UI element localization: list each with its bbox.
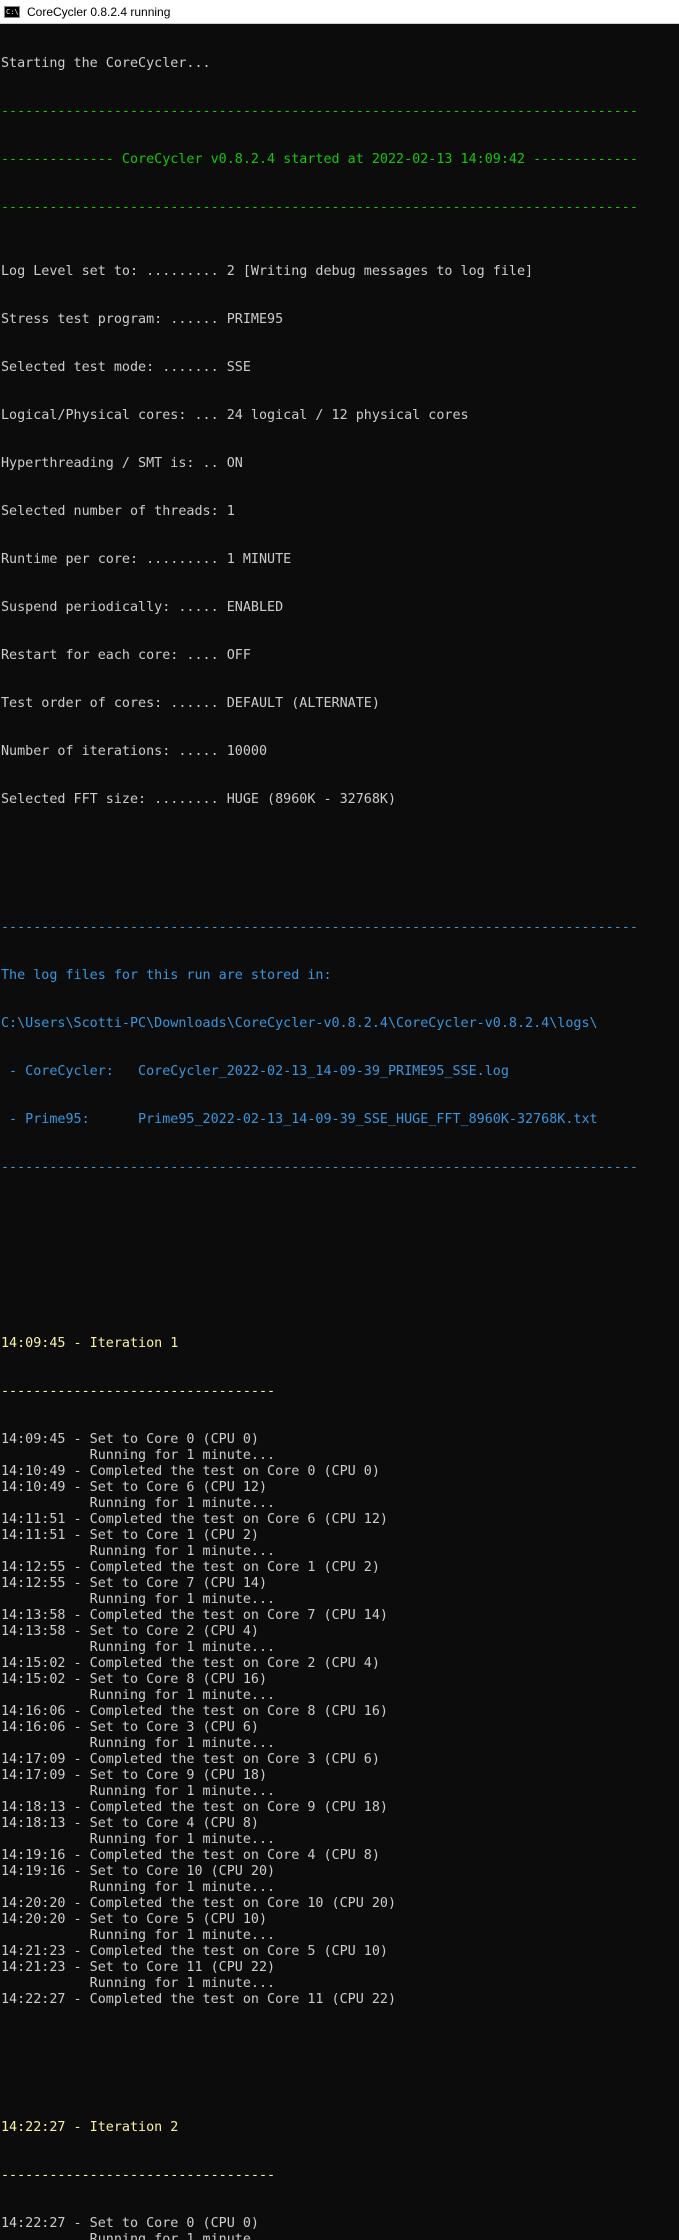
- log-line: Running for 1 minute...: [1, 1640, 276, 1655]
- log-line: 14:18:13 - Set to Core 4 (CPU 8): [1, 1816, 259, 1831]
- log-line: Running for 1 minute...: [1, 1880, 276, 1895]
- log-line: Running for 1 minute...: [1, 1496, 276, 1511]
- setting-threads: Selected number of threads: 1: [1, 504, 235, 519]
- log-line: 14:18:13 - Completed the test on Core 9 …: [1, 1800, 388, 1815]
- log-line: 14:22:27 - Completed the test on Core 11…: [1, 1992, 397, 2007]
- log-line: Running for 1 minute...: [1, 2232, 276, 2240]
- iteration-2-header: 14:22:27 - Iteration 2: [1, 2120, 179, 2135]
- setting-test-mode: Selected test mode: ....... SSE: [1, 360, 251, 375]
- setting-log-level: Log Level set to: ......... 2 [Writing d…: [1, 264, 534, 279]
- setting-stress-program: Stress test program: ...... PRIME95: [1, 312, 284, 327]
- log-line: 14:19:16 - Set to Core 10 (CPU 20): [1, 1864, 276, 1879]
- setting-cores: Logical/Physical cores: ... 24 logical /…: [1, 408, 469, 423]
- setting-iterations: Number of iterations: ..... 10000: [1, 744, 268, 759]
- log-line: Running for 1 minute...: [1, 1832, 276, 1847]
- log-line: 14:09:45 - Set to Core 0 (CPU 0): [1, 1432, 259, 1447]
- title-bar[interactable]: C:\ CoreCycler 0.8.2.4 running: [0, 0, 679, 24]
- iteration-1-log: 14:09:45 - Set to Core 0 (CPU 0) Running…: [1, 1432, 679, 2008]
- log-line: 14:12:55 - Completed the test on Core 1 …: [1, 1560, 380, 1575]
- log-line: 14:10:49 - Completed the test on Core 0 …: [1, 1464, 380, 1479]
- iteration-1-divider: ----------------------------------: [1, 1384, 276, 1399]
- logfiles-divider-bottom: ----------------------------------------…: [1, 1160, 638, 1175]
- start-banner: -------------- CoreCycler v0.8.2.4 start…: [1, 152, 638, 167]
- setting-smt: Hyperthreading / SMT is: .. ON: [1, 456, 243, 471]
- header-divider-top: ----------------------------------------…: [1, 104, 638, 119]
- setting-runtime: Runtime per core: ......... 1 MINUTE: [1, 552, 292, 567]
- iteration-2-divider: ----------------------------------: [1, 2168, 276, 2183]
- log-line: Running for 1 minute...: [1, 1544, 276, 1559]
- log-line: Running for 1 minute...: [1, 1736, 276, 1751]
- iteration-2-log: 14:22:27 - Set to Core 0 (CPU 0) Running…: [1, 2216, 679, 2240]
- logfile-prime95: - Prime95: Prime95_2022-02-13_14-09-39_S…: [1, 1112, 598, 1127]
- console-app-icon: C:\: [4, 5, 20, 18]
- log-line: Running for 1 minute...: [1, 1688, 276, 1703]
- log-line: 14:11:51 - Completed the test on Core 6 …: [1, 1512, 388, 1527]
- log-line: 14:15:02 - Set to Core 8 (CPU 16): [1, 1672, 268, 1687]
- log-line: 14:13:58 - Completed the test on Core 7 …: [1, 1608, 388, 1623]
- log-line: 14:11:51 - Set to Core 1 (CPU 2): [1, 1528, 259, 1543]
- log-line: Running for 1 minute...: [1, 1976, 276, 1991]
- log-line: Running for 1 minute...: [1, 1928, 276, 1943]
- log-line: 14:21:23 - Completed the test on Core 5 …: [1, 1944, 388, 1959]
- setting-restart: Restart for each core: .... OFF: [1, 648, 251, 663]
- header-divider-bottom: ----------------------------------------…: [1, 200, 638, 215]
- setting-test-order: Test order of cores: ...... DEFAULT (ALT…: [1, 696, 380, 711]
- logfile-corecycler: - CoreCycler: CoreCycler_2022-02-13_14-0…: [1, 1064, 509, 1079]
- log-line: 14:21:23 - Set to Core 11 (CPU 22): [1, 1960, 276, 1975]
- log-line: 14:17:09 - Set to Core 9 (CPU 18): [1, 1768, 268, 1783]
- log-line: 14:16:06 - Set to Core 3 (CPU 6): [1, 1720, 259, 1735]
- logfiles-path: C:\Users\Scotti-PC\Downloads\CoreCycler-…: [1, 1016, 598, 1031]
- iteration-1-header: 14:09:45 - Iteration 1: [1, 1336, 179, 1351]
- log-line: 14:20:20 - Set to Core 5 (CPU 10): [1, 1912, 268, 1927]
- log-line: 14:19:16 - Completed the test on Core 4 …: [1, 1848, 380, 1863]
- setting-fft-size: Selected FFT size: ........ HUGE (8960K …: [1, 792, 397, 807]
- log-line: 14:20:20 - Completed the test on Core 10…: [1, 1896, 397, 1911]
- log-line: 14:17:09 - Completed the test on Core 3 …: [1, 1752, 380, 1767]
- window-title: CoreCycler 0.8.2.4 running: [27, 4, 171, 19]
- logfiles-intro: The log files for this run are stored in…: [1, 968, 332, 983]
- log-line: Running for 1 minute...: [1, 1784, 276, 1799]
- starting-line: Starting the CoreCycler...: [1, 56, 211, 71]
- log-line: 14:15:02 - Completed the test on Core 2 …: [1, 1656, 380, 1671]
- logfiles-divider-top: ----------------------------------------…: [1, 920, 638, 935]
- log-line: 14:22:27 - Set to Core 0 (CPU 0): [1, 2216, 259, 2231]
- log-line: Running for 1 minute...: [1, 1592, 276, 1607]
- log-line: 14:16:06 - Completed the test on Core 8 …: [1, 1704, 388, 1719]
- log-line: Running for 1 minute...: [1, 1448, 276, 1463]
- log-line: 14:10:49 - Set to Core 6 (CPU 12): [1, 1480, 268, 1495]
- console-output[interactable]: Starting the CoreCycler... -------------…: [0, 24, 679, 2240]
- log-line: 14:12:55 - Set to Core 7 (CPU 14): [1, 1576, 268, 1591]
- log-line: 14:13:58 - Set to Core 2 (CPU 4): [1, 1624, 259, 1639]
- setting-suspend: Suspend periodically: ..... ENABLED: [1, 600, 284, 615]
